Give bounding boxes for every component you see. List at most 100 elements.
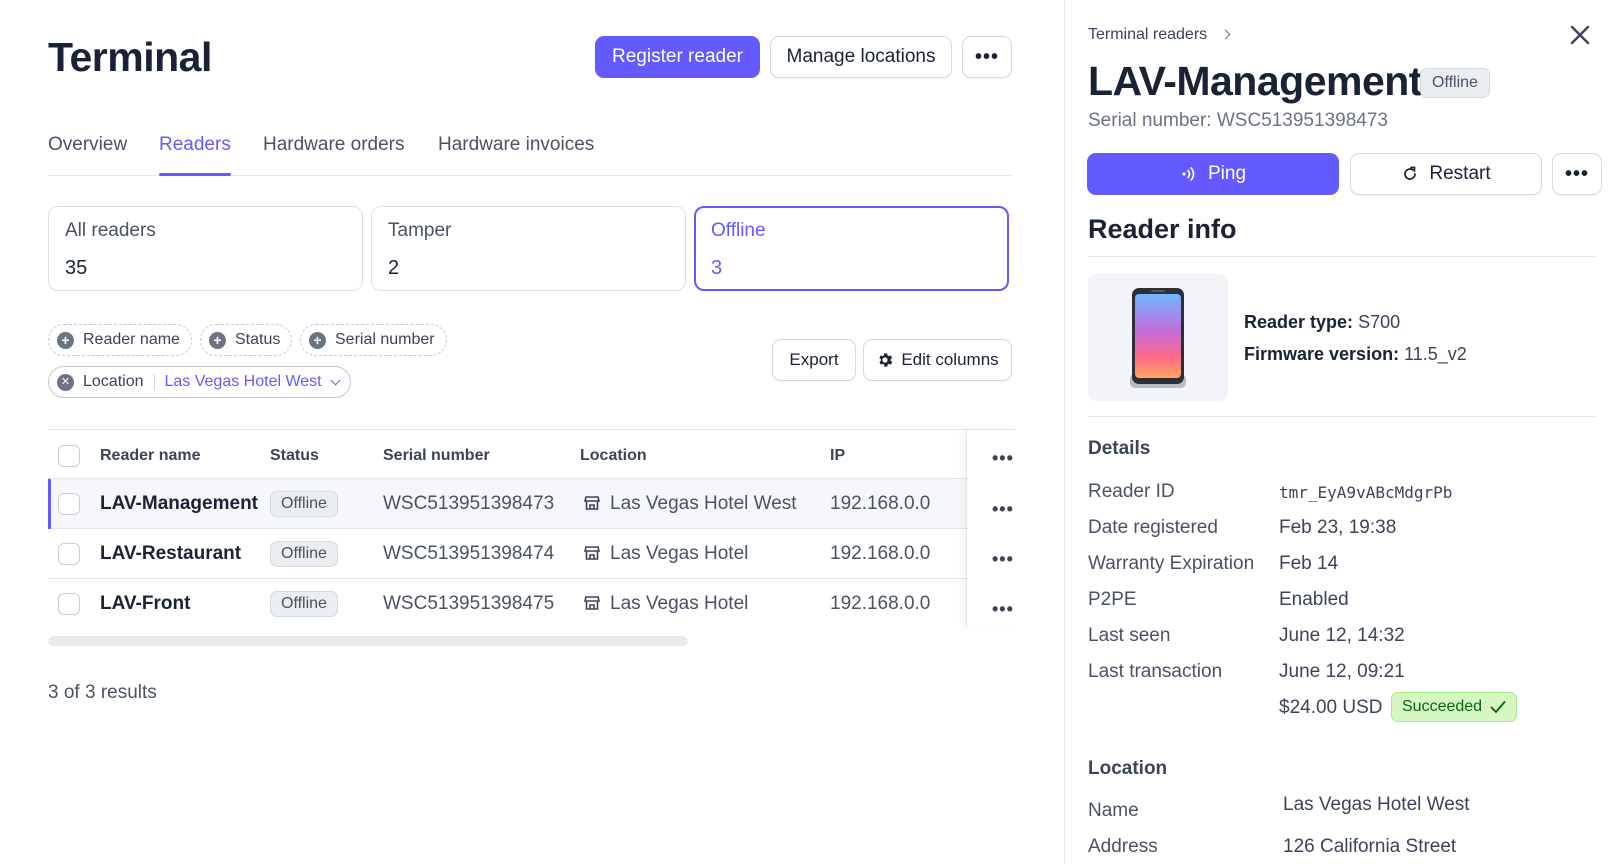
ip-cell: 192.168.0.0 bbox=[830, 593, 931, 614]
reader-image bbox=[1088, 274, 1228, 401]
card-reader-device-icon bbox=[1130, 288, 1186, 388]
ip-cell: 192.168.0.0 bbox=[830, 493, 931, 514]
page-title: Terminal bbox=[48, 34, 212, 80]
column-header-status[interactable]: Status bbox=[270, 447, 319, 465]
serial-cell: WSC513951398475 bbox=[383, 593, 555, 614]
detail-label: Last seen bbox=[1088, 625, 1171, 646]
register-reader-button[interactable]: Register reader bbox=[595, 36, 760, 78]
edit-columns-label: Edit columns bbox=[901, 350, 999, 369]
summary-card-offline[interactable]: Offline 3 bbox=[694, 206, 1009, 291]
plus-circle-icon: + bbox=[57, 331, 74, 349]
chip-divider bbox=[153, 374, 155, 390]
warranty-value: Feb 14 bbox=[1279, 553, 1339, 574]
reader-type: Reader type: S700 bbox=[1244, 312, 1400, 333]
transaction-amount[interactable]: $24.00 USD bbox=[1279, 697, 1383, 719]
reader-name-cell[interactable]: LAV-Front bbox=[100, 593, 190, 615]
panel-title: LAV-Management bbox=[1088, 58, 1422, 104]
location-name: Las Vegas Hotel bbox=[610, 593, 749, 614]
status-badge: Offline bbox=[270, 491, 338, 517]
filter-reader-name[interactable]: + Reader name bbox=[48, 324, 192, 356]
select-all-checkbox[interactable] bbox=[58, 445, 80, 467]
ip-cell: 192.168.0.0 bbox=[830, 543, 931, 564]
detail-label: Address bbox=[1088, 836, 1158, 857]
filter-label: Status bbox=[235, 331, 281, 348]
location-cell: Las Vegas Hotel bbox=[584, 593, 748, 615]
row-checkbox[interactable] bbox=[58, 543, 80, 565]
card-value: 3 bbox=[711, 257, 723, 279]
reader-name-cell[interactable]: LAV-Restaurant bbox=[100, 543, 241, 565]
column-header-location[interactable]: Location bbox=[580, 447, 647, 465]
tab-bar: Overview Readers Hardware orders Hardwar… bbox=[48, 128, 1012, 176]
more-icon: ••• bbox=[974, 46, 999, 68]
card-value: 35 bbox=[65, 257, 88, 279]
manage-locations-button[interactable]: Manage locations bbox=[770, 36, 952, 78]
filter-label: Serial number bbox=[335, 331, 435, 348]
firmware-value: 11.5_v2 bbox=[1404, 344, 1467, 364]
filter-value: Las Vegas Hotel West bbox=[164, 373, 322, 390]
more-actions-button[interactable]: ••• bbox=[962, 36, 1012, 78]
location-address-value: 126 California Street bbox=[1283, 836, 1457, 857]
card-value: 2 bbox=[388, 257, 400, 279]
serial-cell: WSC513951398473 bbox=[383, 493, 555, 514]
serial-cell: WSC513951398474 bbox=[383, 543, 555, 564]
panel-more-button[interactable]: ••• bbox=[1552, 153, 1602, 195]
section-divider bbox=[1088, 416, 1596, 417]
restart-icon bbox=[1404, 166, 1417, 180]
table-top-border bbox=[48, 429, 1016, 430]
location-cell: Las Vegas Hotel bbox=[584, 543, 748, 565]
ping-icon bbox=[1182, 167, 1195, 181]
table-row[interactable]: LAV-Restaurant Offline WSC513951398474 L… bbox=[48, 529, 968, 579]
filter-serial-number[interactable]: + Serial number bbox=[300, 324, 447, 356]
table-row[interactable]: LAV-Management Offline WSC513951398473 L… bbox=[48, 479, 968, 529]
status-badge: Offline bbox=[270, 541, 338, 567]
column-header-serial-number[interactable]: Serial number bbox=[383, 447, 490, 465]
export-button[interactable]: Export bbox=[772, 339, 856, 381]
row-checkbox[interactable] bbox=[58, 493, 80, 515]
store-icon bbox=[584, 496, 600, 510]
active-tab-indicator bbox=[159, 173, 231, 176]
column-header-ip[interactable]: IP bbox=[830, 447, 845, 465]
summary-card-tamper[interactable]: Tamper 2 bbox=[371, 206, 686, 291]
edit-columns-button[interactable]: Edit columns bbox=[863, 339, 1012, 381]
restart-button[interactable]: Restart bbox=[1350, 153, 1542, 195]
location-name-value: Las Vegas Hotel West bbox=[1283, 794, 1470, 815]
panel-serial-number: Serial number: WSC513951398473 bbox=[1088, 110, 1388, 131]
succeeded-badge: Succeeded bbox=[1391, 692, 1518, 722]
tab-hardware-invoices[interactable]: Hardware invoices bbox=[438, 134, 594, 156]
row-checkbox[interactable] bbox=[58, 593, 80, 615]
chevron-down-icon bbox=[330, 375, 341, 385]
location-cell: Las Vegas Hotel West bbox=[584, 493, 797, 515]
breadcrumb[interactable]: Terminal readers bbox=[1088, 26, 1207, 44]
location-title: Location bbox=[1088, 758, 1168, 779]
details-title: Details bbox=[1088, 438, 1151, 459]
table-row[interactable]: LAV-Front Offline WSC513951398475 Las Ve… bbox=[48, 579, 968, 629]
horizontal-scrollbar[interactable] bbox=[48, 636, 688, 646]
reader-info-title: Reader info bbox=[1088, 214, 1237, 244]
reader-name-cell[interactable]: LAV-Management bbox=[100, 493, 258, 515]
firmware-version: Firmware version: 11.5_v2 bbox=[1244, 344, 1467, 365]
main-content: Terminal Register reader Manage location… bbox=[0, 0, 1064, 864]
close-icon[interactable] bbox=[1568, 23, 1592, 47]
detail-label: Name bbox=[1088, 800, 1139, 821]
detail-label: Reader ID bbox=[1088, 481, 1175, 502]
filter-location[interactable]: ✕ Location Las Vegas Hotel West bbox=[48, 366, 351, 398]
tab-hardware-orders[interactable]: Hardware orders bbox=[263, 134, 405, 156]
detail-label: Warranty Expiration bbox=[1088, 553, 1255, 574]
location-name: Las Vegas Hotel bbox=[610, 543, 749, 564]
gear-icon bbox=[879, 353, 893, 367]
firmware-label: Firmware version: bbox=[1244, 344, 1400, 364]
tab-readers[interactable]: Readers bbox=[159, 134, 231, 156]
clear-filter-icon[interactable]: ✕ bbox=[57, 373, 74, 391]
status-badge: Offline bbox=[1420, 68, 1490, 98]
sticky-column-edge bbox=[966, 430, 1016, 628]
column-header-reader-name[interactable]: Reader name bbox=[100, 447, 201, 465]
ping-button[interactable]: Ping bbox=[1087, 153, 1339, 195]
last-transaction-value: June 12, 09:21 bbox=[1279, 661, 1405, 682]
succeeded-label: Succeeded bbox=[1402, 698, 1483, 715]
summary-card-all-readers[interactable]: All readers 35 bbox=[48, 206, 363, 291]
tab-overview[interactable]: Overview bbox=[48, 134, 127, 156]
results-count: 3 of 3 results bbox=[48, 682, 157, 703]
reader-type-label: Reader type: bbox=[1244, 312, 1354, 332]
filter-status[interactable]: + Status bbox=[200, 324, 293, 356]
location-name: Las Vegas Hotel West bbox=[610, 493, 797, 514]
